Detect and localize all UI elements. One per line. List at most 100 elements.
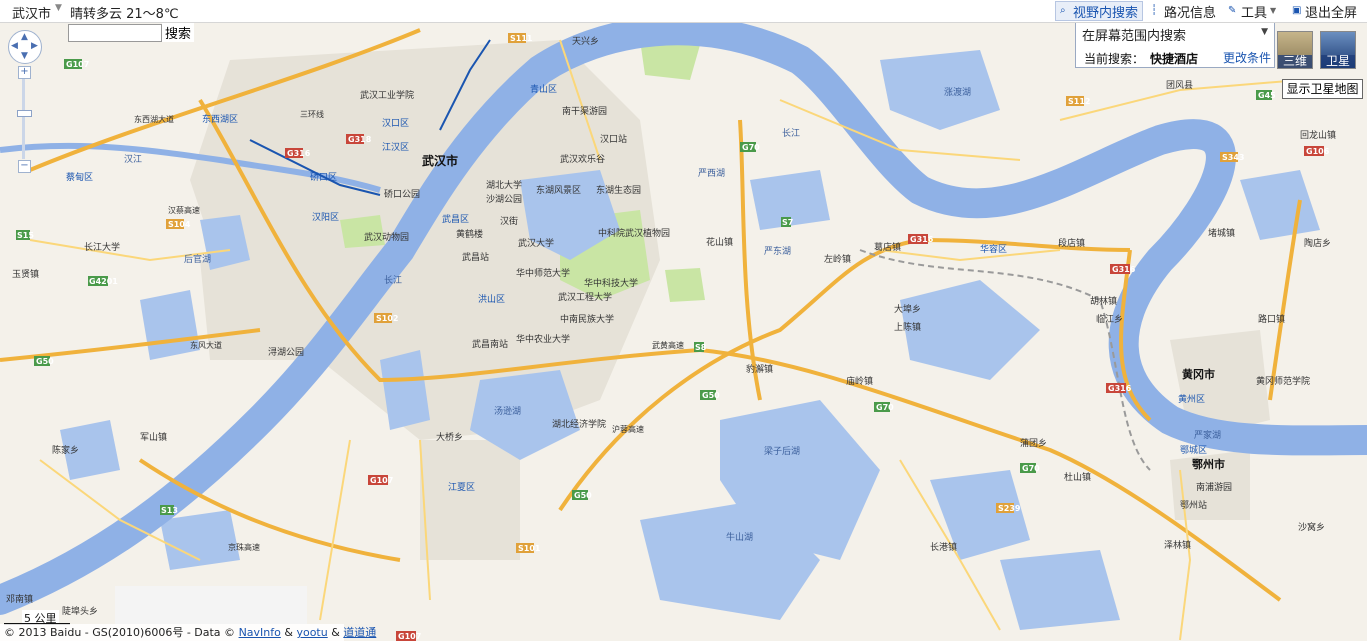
- label-xunhu-park: 浔湖公园: [268, 347, 304, 358]
- svg-text:G318: G318: [348, 135, 372, 144]
- svg-text:S13: S13: [161, 506, 178, 515]
- svg-text:G316: G316: [910, 235, 934, 244]
- label-dushan: 杜山镇: [1064, 471, 1091, 483]
- view-search-button[interactable]: ⌕ 视野内搜索: [1054, 1, 1143, 21]
- label-huanghelou: 黄鹤楼: [456, 228, 483, 240]
- label-miaoling: 庙岭镇: [846, 375, 873, 387]
- label-dongxihu: 东西湖区: [202, 113, 238, 125]
- svg-text:G50: G50: [36, 357, 54, 366]
- label-donghu-eco: 东湖生态园: [596, 184, 641, 196]
- traffic-button[interactable]: ┆ 路况信息: [1147, 2, 1220, 21]
- pan-up-icon[interactable]: ▲: [21, 33, 28, 42]
- yootu-link[interactable]: yootu: [296, 626, 327, 639]
- label-nanganqu: 南干渠游园: [562, 105, 607, 117]
- daodao-link[interactable]: 道道通: [343, 626, 376, 639]
- traffic-label: 路况信息: [1163, 5, 1216, 21]
- svg-text:G50: G50: [574, 491, 592, 500]
- zoom-in-button[interactable]: +: [18, 66, 31, 79]
- current-search-label: 当前搜索：: [1084, 52, 1145, 66]
- label-zelin: 泽林镇: [1164, 539, 1191, 551]
- label-niushan: 牛山湖: [726, 531, 753, 543]
- label-dengnan: 邓南镇: [6, 593, 33, 605]
- label-qiaokou-park: 硚口公园: [384, 189, 420, 200]
- pan-control[interactable]: ▲ ▼ ◀ ▶: [8, 30, 42, 64]
- label-ezhou: 鄂州市: [1192, 457, 1225, 471]
- fullscreen-icon: ▣: [1291, 5, 1302, 16]
- label-wuhuang: 武黄高速: [652, 340, 684, 350]
- weather-info: 晴转多云 21～8℃: [70, 7, 179, 22]
- label-changjiang-univ: 长江大学: [84, 241, 120, 253]
- label-hgnu: 黄冈师范学院: [1256, 375, 1310, 387]
- search-button[interactable]: 搜索: [162, 23, 195, 42]
- svg-text:S104: S104: [168, 220, 191, 229]
- label-wit: 武汉工程大学: [558, 291, 612, 303]
- label-hongshan: 洪山区: [478, 293, 505, 305]
- exit-fullscreen-button[interactable]: ▣ 退出全屏: [1288, 2, 1361, 21]
- svg-text:G70: G70: [742, 143, 760, 152]
- label-zoo: 武汉动物园: [364, 231, 409, 243]
- label-tuanfeng: 团风县: [1166, 80, 1193, 91]
- label-hust: 华中科技大学: [584, 277, 638, 289]
- label-hbue: 湖北经济学院: [552, 418, 606, 430]
- search-input[interactable]: [68, 24, 162, 42]
- search-scope-select[interactable]: 在屏幕范围内搜索: [1082, 25, 1186, 44]
- zoom-out-button[interactable]: −: [18, 160, 31, 173]
- label-putuan: 蒲团乡: [1020, 437, 1047, 449]
- pan-down-icon[interactable]: ▼: [21, 52, 28, 61]
- zoom-slider-handle[interactable]: [17, 110, 32, 117]
- svg-text:G4201: G4201: [89, 277, 118, 286]
- tools-icon: ✎: [1227, 5, 1237, 16]
- chevron-down-icon[interactable]: ▼: [1261, 27, 1268, 37]
- label-hubei-univ: 湖北大学: [486, 179, 522, 191]
- pan-right-icon[interactable]: ▶: [31, 42, 38, 51]
- navinfo-link[interactable]: NavInfo: [239, 626, 281, 639]
- 3d-map-button[interactable]: 三维: [1277, 31, 1313, 69]
- label-ducheng: 堵城镇: [1208, 227, 1235, 239]
- svg-text:G316: G316: [1108, 384, 1132, 393]
- chevron-down-icon[interactable]: ▼: [55, 3, 62, 13]
- label-ezhou-station: 鄂州站: [1180, 499, 1207, 511]
- city-selector[interactable]: 武汉市: [12, 3, 51, 22]
- label-ccnu: 华中师范大学: [516, 267, 570, 279]
- traffic-icon: ┆: [1150, 5, 1157, 16]
- label-wuhan-univ: 武汉大学: [518, 237, 554, 249]
- svg-text:S7: S7: [782, 218, 793, 227]
- label-changgang: 长港镇: [930, 541, 957, 553]
- satellite-map-button[interactable]: 卫星: [1320, 31, 1356, 69]
- label-echeng: 鄂城区: [1180, 445, 1207, 456]
- label-yanjia: 严家湖: [1194, 429, 1221, 441]
- label-shahu: 沙湖公园: [486, 194, 522, 205]
- modify-conditions-link[interactable]: 更改条件: [1223, 49, 1271, 66]
- svg-text:S15: S15: [17, 231, 34, 240]
- search-icon: ⌕: [1059, 5, 1066, 16]
- svg-text:S239: S239: [998, 504, 1021, 513]
- label-shangchen: 上陈镇: [894, 321, 921, 333]
- label-hancai: 汉蔡高速: [168, 205, 200, 215]
- copyright-text: © 2013 Baidu - GS(2010)6006号 - Data ©: [4, 626, 236, 639]
- label-wuchang-south: 武昌南站: [472, 338, 508, 350]
- label-chenjia: 陈家乡: [52, 444, 79, 456]
- tools-button[interactable]: ✎ 工具 ▼: [1224, 2, 1284, 21]
- label-hanjie: 汉街: [500, 215, 518, 227]
- label-donghu: 东湖风景区: [536, 184, 581, 196]
- label-duandian: 段店镇: [1058, 237, 1085, 249]
- copyright-footer: © 2013 Baidu - GS(2010)6006号 - Data © Na…: [0, 624, 376, 641]
- svg-text:S343: S343: [1222, 153, 1244, 162]
- label-wuhan-gongye: 武汉工业学院: [360, 89, 414, 101]
- label-huanggang: 黄冈市: [1182, 367, 1215, 381]
- label-tianxing: 天兴乡: [572, 36, 599, 47]
- svg-text:G107: G107: [370, 476, 393, 485]
- zoom-slider-track[interactable]: [22, 79, 25, 159]
- map-canvas[interactable]: 武汉市 汉口区 江汉区 硚口区 汉阳区 武昌区 洪山区 青山区 江夏区 东西湖区…: [0, 0, 1367, 641]
- pan-left-icon[interactable]: ◀: [11, 42, 18, 51]
- amp-1: &: [284, 626, 293, 639]
- label-hzau: 华中农业大学: [516, 333, 570, 345]
- label-daqiao: 大桥乡: [436, 431, 463, 443]
- view-search-label: 视野内搜索: [1072, 5, 1138, 21]
- label-shawo: 沙窝乡: [1298, 521, 1325, 533]
- label-gedian: 葛店镇: [874, 241, 901, 253]
- label-huangzhou: 黄州区: [1178, 393, 1205, 405]
- label-changjiang-2: 长江: [782, 127, 800, 139]
- svg-text:S102: S102: [376, 314, 398, 323]
- blank-tile: [115, 586, 307, 624]
